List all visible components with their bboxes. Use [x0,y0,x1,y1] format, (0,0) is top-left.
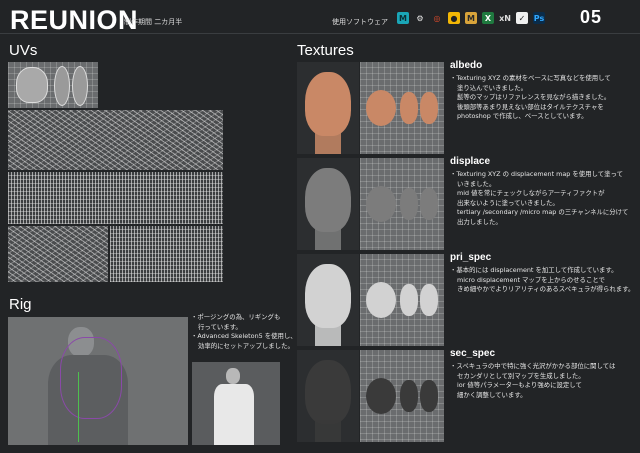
texture-name: sec_spec [450,348,496,359]
uv-detail-tile [110,226,223,282]
uvs-heading: UVs [9,42,38,59]
head-render [305,168,351,232]
xnormal-icon: xN [499,12,511,24]
texture-description: ・スペキュラの中で特に強く光沢がかかる部位に関しては セカンダリとして別マップを生… [450,362,615,400]
uv-shell [400,284,418,316]
texture-description: ・Texturing XYZ の素材をベースに写真などを使用して 塗り込んでいきま… [450,74,611,122]
neck-render [315,324,341,346]
uv-face-shell [16,67,48,103]
texture-map-image [360,62,444,154]
uv-shell [420,92,438,124]
texture-desc-line: photoshop で作成し、ベースとしています。 [457,112,588,121]
rig-heading: Rig [9,296,32,313]
uv-ear-shell [72,66,88,106]
houdini-icon: ⚙ [414,12,426,24]
texture-name: albedo [450,60,483,71]
pose-head [226,368,240,384]
uv-shell [366,186,396,222]
uv-shell [366,90,396,126]
texture-map-image [360,350,444,442]
rig-desc-line: ・ポージングの為、リギングも [191,313,281,321]
rig-description: ・ポージングの為、リギングも 行っています。 ・Advanced Skeleton5… [191,313,297,351]
head-render [305,264,351,328]
texture-desc-line: ・Texturing XYZ の displacement map を使用して塗… [450,170,623,178]
maya-icon: M [397,12,409,24]
substance-icon: ◎ [431,12,443,24]
uv-head-tile [8,62,98,108]
vray-icon: ✓ [516,12,528,24]
texture-desc-line: きめ細やかでよりリアリティのあるスペキュラが得られます。 [457,285,635,294]
texture-desc-line: セカンダリとして別マップを生成しました。 [457,371,585,380]
texture-desc-line: ・スペキュラの中で特に強く光沢がかかる部位に関しては [450,362,616,370]
texture-desc-line: ・Texturing XYZ の素材をベースに写真などを使用して [450,74,611,82]
page-number: 05 [580,7,603,27]
production-period: 制作期間 二カ月半 [124,18,183,26]
texture-render-image [297,158,359,250]
neck-render [315,228,341,250]
pose-body [214,384,254,445]
uv-shell [400,380,418,412]
photoshop-icon: Ps [533,12,545,24]
page-title: REUNION [10,5,139,35]
texture-desc-line: 髭等のマップはリファレンスを見ながら描きました。 [457,93,611,102]
rig-pose-image [192,362,280,445]
texture-name: displace [450,156,491,167]
texture-desc-line: 後頭部等あまり見えない部位はタイルテクスチャを [457,102,604,111]
mari-icon: M [465,12,477,24]
rig-viewport-image [8,317,188,445]
texture-description: ・Texturing XYZ の displacement map を使用して塗… [450,170,628,228]
texture-desc-line: ior 値等パラメーターもより強めに設定して [457,381,582,390]
textures-heading: Textures [297,42,354,59]
texture-render-image [297,350,359,442]
texture-desc-line: mid 値を常にチェックしながらアーティファクトが [457,189,605,198]
uv-clothing-tile [8,172,223,224]
uv-layout-image [8,62,223,282]
uv-shell [420,284,438,316]
software-icon-list: M ⚙ ◎ ● M XxN ✓ Ps [397,12,545,24]
neck-render [315,420,341,442]
texture-map-image [360,158,444,250]
software-label: 使用ソフトウェア [332,18,388,26]
rig-desc-line: 効率的にセットアップしました。 [198,341,294,350]
texture-map-image [360,254,444,346]
header-divider [0,33,640,34]
texture-render-image [297,254,359,346]
texture-desc-line: tertiary /secondary /micro map の三チャンネルに分… [457,208,629,217]
uv-shell [366,378,396,414]
texture-desc-line: いきました。 [457,179,496,188]
uv-shell [420,380,438,412]
texture-desc-line: 出力しました。 [457,217,502,226]
texture-desc-line: micro displacement マップを上からのせることで [457,275,605,284]
arnold-icon: ● [448,12,460,24]
texture-desc-line: 出来ないように塗っていきました。 [457,198,559,207]
uv-shell [420,188,438,220]
uv-shell [400,92,418,124]
uv-shell [400,188,418,220]
rig-desc-line: 行っています。 [198,322,242,331]
rig-control-curve [60,337,122,419]
texture-desc-line: 塗り込んでいきました。 [457,83,527,92]
texture-desc-line: 細かく調整しています。 [457,390,527,399]
uv-ear-shell [54,66,70,106]
texture-name: pri_spec [450,252,492,263]
head-render [305,72,351,136]
rig-desc-line: ・Advanced Skeleton5 を使用し、 [191,332,297,341]
head-render [305,360,351,424]
uv-shell [366,282,396,318]
excel-icon: X [482,12,494,24]
uv-detail-tile [8,226,108,282]
neck-render [315,132,341,154]
uv-body-tile [8,110,223,170]
texture-desc-line: ・基本的には displacement を加工して作成しています。 [450,266,618,274]
texture-render-image [297,62,359,154]
rig-spine-joint [78,372,79,442]
texture-description: ・基本的には displacement を加工して作成しています。 micro d… [450,266,634,295]
